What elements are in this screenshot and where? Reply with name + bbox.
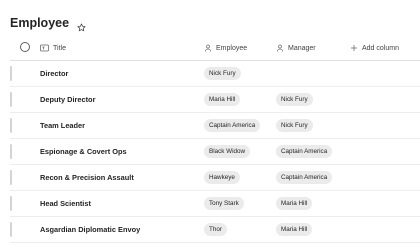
employee-pill[interactable]: Maria Hill xyxy=(204,93,241,106)
list-row[interactable]: Asgardian Diplomatic Envoy Thor Maria Hi… xyxy=(10,217,420,243)
column-header-employee-label: Employee xyxy=(216,44,248,52)
row-selector[interactable] xyxy=(10,66,12,81)
row-selector[interactable] xyxy=(10,222,12,237)
row-title[interactable]: Head Scientist xyxy=(40,191,91,216)
person-icon xyxy=(276,44,284,52)
column-header-manager-label: Manager xyxy=(288,44,316,52)
manager-pill[interactable]: Captain America xyxy=(276,171,333,184)
list-row[interactable]: Recon & Precision Assault Hawkeye Captai… xyxy=(10,165,420,191)
list-row[interactable]: Team Leader Captain America Nick Fury xyxy=(10,113,420,139)
employee-pill[interactable]: Tony Stark xyxy=(204,197,244,210)
row-title[interactable]: Deputy Director xyxy=(40,87,95,112)
list-row[interactable]: Head Scientist Tony Stark Maria Hill xyxy=(10,191,420,217)
column-header-manager[interactable]: Manager xyxy=(276,36,316,60)
page-header: Employee xyxy=(10,14,86,32)
row-selector[interactable] xyxy=(10,196,12,211)
add-column-label: Add column xyxy=(362,44,399,52)
employee-pill[interactable]: Hawkeye xyxy=(204,171,240,184)
row-title[interactable]: Espionage & Covert Ops xyxy=(40,139,127,164)
person-icon xyxy=(204,44,212,52)
list-row[interactable]: Deputy Director Maria Hill Nick Fury xyxy=(10,87,420,113)
manager-pill[interactable]: Maria Hill xyxy=(276,197,313,210)
row-title[interactable]: Team Leader xyxy=(40,113,85,138)
favorite-star-icon[interactable] xyxy=(77,19,86,31)
employee-pill[interactable]: Nick Fury xyxy=(204,67,241,80)
employee-pill[interactable]: Captain America xyxy=(204,119,261,132)
row-selector[interactable] xyxy=(10,92,12,107)
manager-pill[interactable]: Maria Hill xyxy=(276,223,313,236)
row-title[interactable]: Asgardian Diplomatic Envoy xyxy=(40,217,140,242)
list-row[interactable]: Espionage & Covert Ops Black Widow Capta… xyxy=(10,139,420,165)
list-rows: Director Nick Fury Deputy Director Maria… xyxy=(10,61,420,243)
text-field-icon xyxy=(40,44,49,52)
column-header-title[interactable]: Title xyxy=(40,36,66,60)
row-selector[interactable] xyxy=(10,144,12,159)
list-row[interactable]: Director Nick Fury xyxy=(10,61,420,87)
plus-icon xyxy=(350,44,358,52)
manager-pill[interactable]: Captain America xyxy=(276,145,333,158)
select-all-checkbox[interactable] xyxy=(20,42,30,52)
add-column-button[interactable]: Add column xyxy=(350,36,399,60)
column-header-title-label: Title xyxy=(53,44,66,52)
row-selector[interactable] xyxy=(10,170,12,185)
column-header-employee[interactable]: Employee xyxy=(204,36,247,60)
column-header-row: Title Employee Manager Add column xyxy=(10,36,420,61)
row-selector[interactable] xyxy=(10,118,12,133)
manager-pill[interactable]: Nick Fury xyxy=(276,119,313,132)
page-title: Employee xyxy=(10,16,70,30)
employee-pill[interactable]: Thor xyxy=(204,223,227,236)
list-grid: Title Employee Manager Add column Direct… xyxy=(10,36,420,243)
employee-pill[interactable]: Black Widow xyxy=(204,145,251,158)
row-title[interactable]: Recon & Precision Assault xyxy=(40,165,134,190)
row-title[interactable]: Director xyxy=(40,61,68,86)
manager-pill[interactable]: Nick Fury xyxy=(276,93,313,106)
